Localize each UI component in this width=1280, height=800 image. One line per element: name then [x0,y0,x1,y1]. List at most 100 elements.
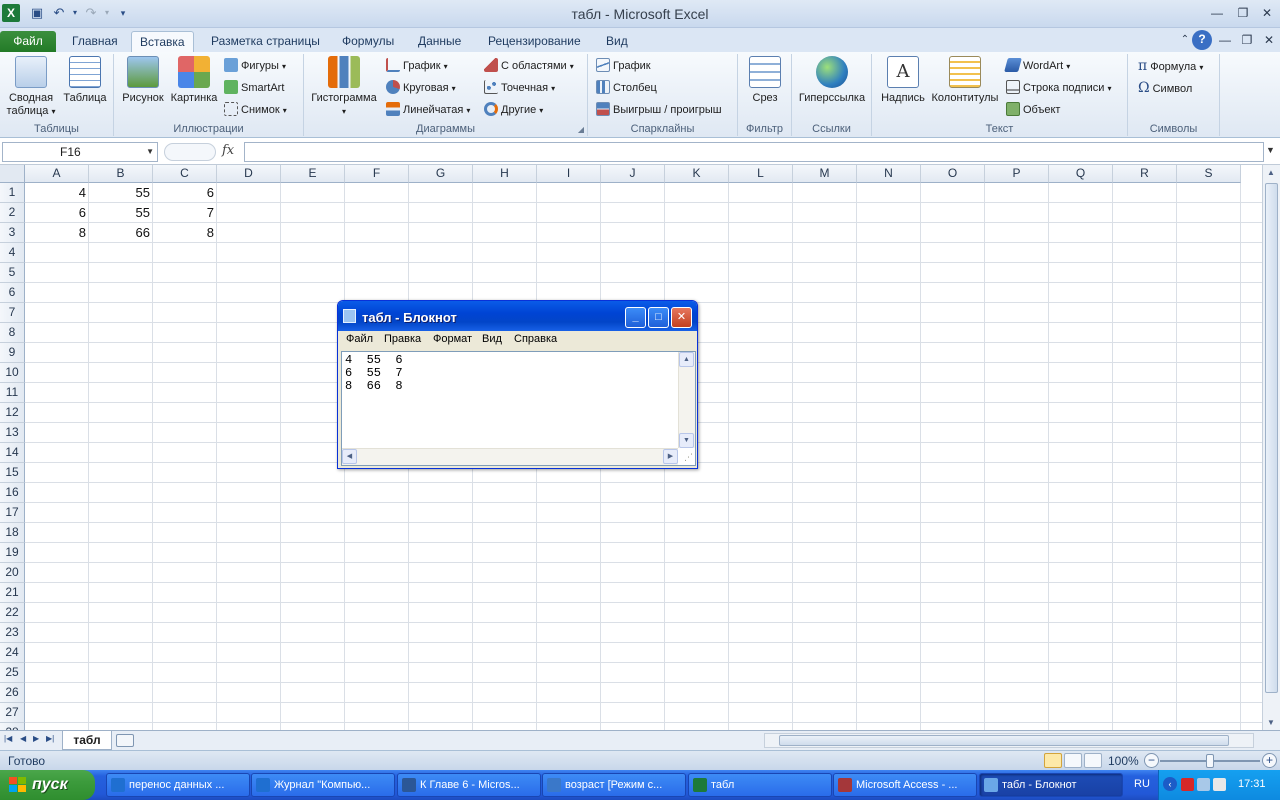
last-sheet-icon[interactable]: ▶| [46,734,54,743]
row-header[interactable]: 17 [0,503,25,523]
screenshot-button[interactable]: Снимок ▾ [224,100,287,120]
row-header[interactable]: 1 [0,183,25,203]
notepad-title-bar[interactable]: табл - Блокнот _ □ ✕ [338,301,697,331]
column-header[interactable]: K [665,165,729,183]
notepad-scroll-right-icon[interactable]: ▶ [663,449,678,464]
row-header[interactable]: 28 [0,723,25,730]
notepad-scroll-up-icon[interactable]: ▲ [679,352,694,367]
row-header[interactable]: 3 [0,223,25,243]
tab-page-layout[interactable]: Разметка страницы [203,31,328,52]
cell[interactable]: 4 [25,183,89,203]
vertical-scrollbar[interactable]: ▲ ▼ [1262,165,1280,730]
notepad-window[interactable]: табл - Блокнот _ □ ✕ Файл Правка Формат … [337,300,698,469]
restore-icon[interactable]: ❐ [1232,4,1254,22]
first-sheet-icon[interactable]: |◀ [4,734,12,743]
cell[interactable]: 6 [153,183,217,203]
notepad-scroll-down-icon[interactable]: ▼ [679,433,694,448]
column-header[interactable]: R [1113,165,1177,183]
expand-formula-bar-icon[interactable]: ▼ [1266,145,1275,155]
column-header[interactable]: P [985,165,1049,183]
zoom-in-icon[interactable]: + [1262,753,1277,768]
column-header[interactable]: D [217,165,281,183]
area-chart-button[interactable]: С областями ▾ [484,56,574,76]
row-header[interactable]: 19 [0,543,25,563]
column-header[interactable]: I [537,165,601,183]
picture-button[interactable]: Рисунок [120,56,166,105]
tab-review[interactable]: Рецензирование [480,31,589,52]
symbol-button[interactable]: Ω Символ [1138,78,1192,98]
vertical-scroll-thumb[interactable] [1265,183,1278,693]
horizontal-scrollbar[interactable] [764,733,1254,748]
workbook-restore-icon[interactable]: ❐ [1236,31,1258,49]
column-header[interactable]: B [89,165,153,183]
cell[interactable]: 8 [25,223,89,243]
wordart-button[interactable]: WordArt ▾ [1004,56,1070,76]
sparkline-column-button[interactable]: Столбец [596,78,657,98]
row-header[interactable]: 18 [0,523,25,543]
pivot-table-button[interactable]: Сводная таблица ▾ [4,56,58,118]
textbox-button[interactable]: A Надпись [878,56,928,105]
next-sheet-icon[interactable]: ▶ [33,734,39,743]
zoom-out-icon[interactable]: − [1144,753,1159,768]
taskbar-item-folder[interactable]: перенос данных ... [106,773,250,797]
column-header[interactable]: C [153,165,217,183]
tray-expand-icon[interactable]: ‹ [1163,777,1177,791]
row-header[interactable]: 26 [0,683,25,703]
sparkline-winloss-button[interactable]: Выигрыш / проигрыш [596,100,722,120]
notepad-menu-view[interactable]: Вид [482,333,502,345]
minimize-icon[interactable]: — [1206,4,1228,22]
workbook-close-icon[interactable]: ✕ [1258,31,1280,49]
taskbar-item-word[interactable]: К Главе 6 - Micros... [397,773,541,797]
row-header[interactable]: 27 [0,703,25,723]
row-header[interactable]: 23 [0,623,25,643]
row-header[interactable]: 12 [0,403,25,423]
object-button[interactable]: Объект [1006,100,1060,120]
line-chart-button[interactable]: График ▾ [386,56,448,76]
charts-dialog-launcher-icon[interactable]: ◢ [578,125,584,134]
page-break-view-icon[interactable] [1084,753,1102,768]
cell[interactable]: 55 [89,203,153,223]
prev-sheet-icon[interactable]: ◀ [20,734,26,743]
language-indicator[interactable]: RU [1134,778,1150,790]
volume-icon[interactable] [1213,778,1226,791]
signature-line-button[interactable]: Строка подписи ▾ [1006,78,1112,98]
column-header[interactable]: A [25,165,89,183]
notepad-menu-help[interactable]: Справка [514,333,557,345]
taskbar-item-browser[interactable]: Журнал "Компью... [251,773,395,797]
cell[interactable]: 55 [89,183,153,203]
insert-function-icon[interactable]: fx [222,143,242,158]
name-box[interactable]: F16 ▼ [2,142,158,162]
row-header[interactable]: 5 [0,263,25,283]
tab-formulas[interactable]: Формулы [334,31,402,52]
notepad-menu-format[interactable]: Формат [433,333,472,345]
network-icon[interactable] [1197,778,1210,791]
sparkline-line-button[interactable]: График [596,56,651,76]
page-layout-view-icon[interactable] [1064,753,1082,768]
row-header[interactable]: 25 [0,663,25,683]
row-header[interactable]: 24 [0,643,25,663]
start-button[interactable]: пуск [0,770,95,800]
notepad-vertical-scrollbar[interactable]: ▲ ▼ [678,352,695,448]
antivirus-icon[interactable] [1181,778,1194,791]
taskbar-item-notepad[interactable]: табл - Блокнот [979,773,1123,797]
row-header[interactable]: 7 [0,303,25,323]
column-header[interactable]: L [729,165,793,183]
cell[interactable]: 8 [153,223,217,243]
close-icon[interactable]: ✕ [1256,4,1278,22]
formula-input[interactable] [244,142,1264,162]
tab-view[interactable]: Вид [598,31,636,52]
smartart-button[interactable]: SmartArt [224,78,284,98]
scroll-down-icon[interactable]: ▼ [1267,718,1275,727]
equation-button[interactable]: π Формула ▾ [1138,56,1203,76]
notepad-menu-file[interactable]: Файл [346,333,373,345]
row-header[interactable]: 16 [0,483,25,503]
notepad-close-icon[interactable]: ✕ [671,307,692,328]
row-header[interactable]: 13 [0,423,25,443]
sheet-tab[interactable]: табл [62,731,112,750]
notepad-resize-grip-icon[interactable]: ⋰ [684,452,693,463]
column-header[interactable]: N [857,165,921,183]
cell[interactable]: 7 [153,203,217,223]
row-header[interactable]: 8 [0,323,25,343]
scroll-up-icon[interactable]: ▲ [1267,168,1275,177]
horizontal-scroll-thumb[interactable] [779,735,1229,746]
